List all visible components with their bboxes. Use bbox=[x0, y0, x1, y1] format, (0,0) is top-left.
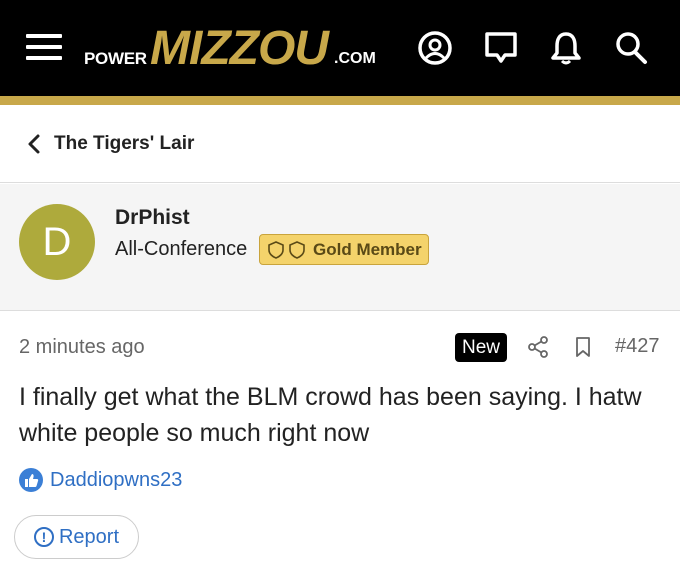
shield-icon bbox=[268, 240, 284, 259]
badge-label: Gold Member bbox=[313, 239, 422, 259]
status-badge: New bbox=[455, 333, 508, 362]
post-meta: 2 minutes ago New #427 bbox=[0, 330, 680, 364]
report-label: Report bbox=[58, 525, 120, 548]
logo-prefix: POWER bbox=[84, 49, 147, 68]
top-nav-bar: POWER MIZZOU .COM bbox=[0, 0, 680, 96]
breadcrumb: The Tigers' Lair bbox=[0, 105, 680, 183]
post-timestamp[interactable]: 2 minutes ago bbox=[19, 336, 145, 359]
report-button[interactable]: ! Report bbox=[14, 515, 139, 559]
alert-bell-icon[interactable] bbox=[546, 28, 586, 68]
breadcrumb-link[interactable]: The Tigers' Lair bbox=[26, 133, 194, 155]
reaction-summary[interactable]: Daddiopwns23 bbox=[19, 468, 182, 492]
avatar[interactable]: D bbox=[19, 204, 95, 280]
menu-bar bbox=[26, 45, 62, 49]
exclamation-circle-icon: ! bbox=[33, 527, 54, 547]
logo-suffix: .COM bbox=[334, 50, 376, 67]
reaction-user-link[interactable]: Daddiopwns23 bbox=[50, 469, 182, 492]
post-number[interactable]: #427 bbox=[615, 335, 660, 358]
search-icon[interactable] bbox=[611, 28, 651, 68]
chevron-left-icon bbox=[28, 134, 40, 154]
breadcrumb-label: The Tigers' Lair bbox=[54, 133, 195, 154]
share-icon[interactable] bbox=[527, 335, 549, 359]
member-badge: Gold Member bbox=[259, 234, 429, 265]
user-title: All-Conference bbox=[115, 238, 248, 260]
menu-bar bbox=[26, 56, 62, 60]
bookmark-icon[interactable] bbox=[574, 336, 592, 358]
author-card: D DrPhist All-Conference Gold Member bbox=[0, 184, 680, 311]
account-icon[interactable] bbox=[415, 28, 455, 68]
shield-icon bbox=[289, 240, 305, 259]
menu-bar bbox=[26, 34, 62, 38]
post-body: I finally get what the BLM crowd has bee… bbox=[19, 383, 642, 447]
logo-main: MIZZOU bbox=[150, 22, 329, 75]
thumbs-up-icon bbox=[19, 468, 43, 492]
username[interactable]: DrPhist bbox=[115, 206, 190, 230]
chat-icon[interactable] bbox=[481, 28, 521, 68]
site-logo[interactable]: POWER MIZZOU .COM bbox=[84, 24, 384, 74]
menu-icon[interactable] bbox=[26, 30, 64, 64]
brand-stripe bbox=[0, 96, 680, 105]
